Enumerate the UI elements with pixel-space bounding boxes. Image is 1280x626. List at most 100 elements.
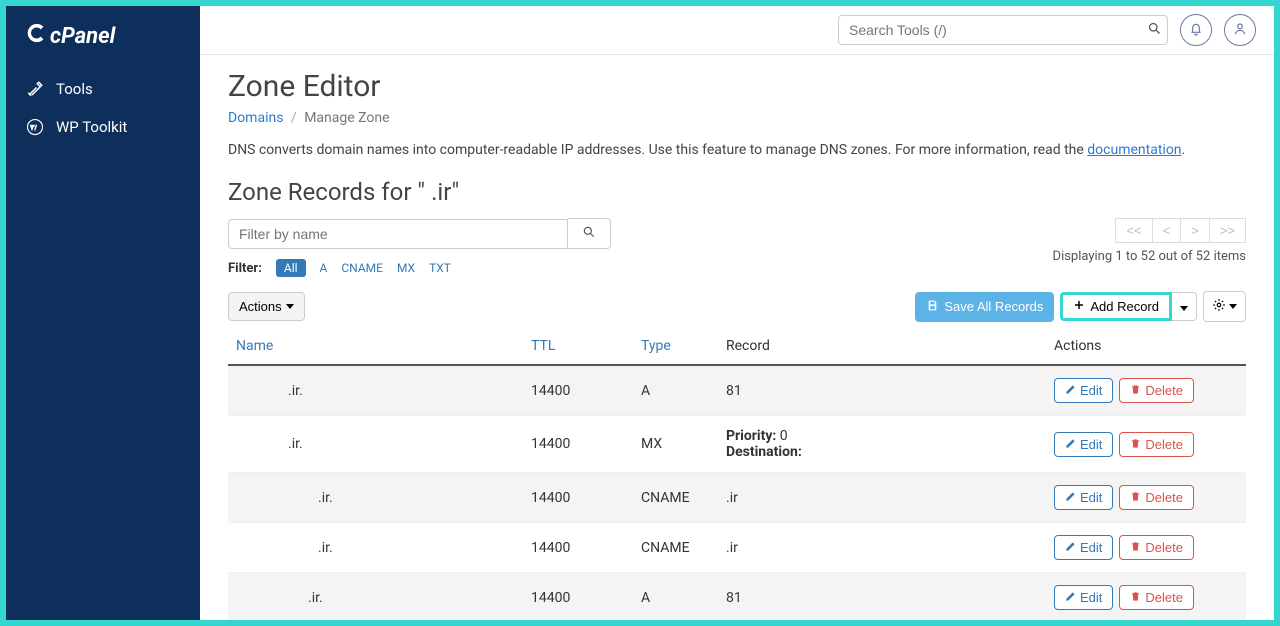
settings-button[interactable]	[1203, 291, 1246, 322]
cell-record: .ir	[718, 523, 1046, 573]
col-name[interactable]: Name	[228, 328, 523, 365]
brand-logo: cPanel	[6, 6, 200, 70]
pager-last[interactable]: >>	[1209, 218, 1246, 243]
brand-text: cPanel	[50, 24, 115, 49]
pager-first[interactable]: <<	[1115, 218, 1152, 243]
cell-name: .ir.	[228, 416, 523, 473]
topbar	[200, 6, 1274, 55]
edit-button[interactable]: Edit	[1054, 432, 1113, 457]
edit-button[interactable]: Edit	[1054, 585, 1113, 610]
breadcrumb: Domains / Manage Zone	[228, 110, 1246, 126]
cell-name: .ir.	[228, 473, 523, 523]
pencil-icon	[1065, 437, 1076, 452]
documentation-link[interactable]: documentation	[1087, 142, 1181, 158]
wp-icon	[26, 118, 44, 136]
filter-type-cname[interactable]: CNAME	[341, 261, 383, 275]
sidebar-item-label: WP Toolkit	[56, 118, 127, 136]
pencil-icon	[1065, 490, 1076, 505]
cell-record: 81	[718, 573, 1046, 621]
filter-type-a[interactable]: A	[320, 261, 328, 275]
cell-type: A	[633, 573, 718, 621]
cell-name: .ir.	[228, 523, 523, 573]
search-input[interactable]	[838, 15, 1168, 45]
filter-caption: Filter:	[228, 261, 262, 276]
filter-search-button[interactable]	[568, 218, 611, 249]
sidebar: cPanel Tools WP Toolkit	[6, 6, 200, 620]
breadcrumb-sep: /	[291, 110, 297, 126]
delete-button[interactable]: Delete	[1119, 585, 1194, 610]
pager-info: Displaying 1 to 52 out of 52 items	[1053, 249, 1246, 264]
search-icon[interactable]	[1147, 21, 1162, 39]
trash-icon	[1130, 437, 1141, 452]
col-type[interactable]: Type	[633, 328, 718, 365]
delete-button[interactable]: Delete	[1119, 432, 1194, 457]
table-row: .ir.14400CNAME.ir EditDelete	[228, 523, 1246, 573]
content: Zone Editor Domains / Manage Zone DNS co…	[200, 55, 1274, 620]
tools-icon	[26, 80, 44, 98]
user-icon	[1232, 21, 1248, 40]
search-wrap	[838, 15, 1168, 45]
save-icon	[926, 299, 939, 315]
cell-ttl: 14400	[523, 365, 633, 416]
page-title: Zone Editor	[228, 69, 1246, 104]
chevron-down-icon	[1229, 304, 1237, 309]
edit-button[interactable]: Edit	[1054, 535, 1113, 560]
edit-button[interactable]: Edit	[1054, 485, 1113, 510]
edit-button[interactable]: Edit	[1054, 378, 1113, 403]
delete-button[interactable]: Delete	[1119, 485, 1194, 510]
col-record: Record	[718, 328, 1046, 365]
cell-ttl: 14400	[523, 473, 633, 523]
delete-button[interactable]: Delete	[1119, 378, 1194, 403]
chevron-down-icon	[286, 304, 294, 309]
breadcrumb-root[interactable]: Domains	[228, 110, 283, 126]
save-all-records-button[interactable]: Save All Records	[915, 292, 1054, 322]
cell-record: .ir	[718, 473, 1046, 523]
pager-next[interactable]: >	[1180, 218, 1210, 243]
pencil-icon	[1065, 590, 1076, 605]
breadcrumb-current: Manage Zone	[304, 110, 389, 126]
filter-type-mx[interactable]: MX	[397, 261, 415, 275]
cell-actions: EditDelete	[1046, 365, 1246, 416]
cell-ttl: 14400	[523, 573, 633, 621]
cell-type: MX	[633, 416, 718, 473]
cpanel-c-icon	[26, 22, 48, 50]
filter-type-txt[interactable]: TXT	[429, 261, 451, 275]
sidebar-item-label: Tools	[56, 80, 93, 98]
pager-prev[interactable]: <	[1152, 218, 1182, 243]
col-ttl[interactable]: TTL	[523, 328, 633, 365]
bell-icon	[1188, 21, 1204, 40]
delete-button[interactable]: Delete	[1119, 535, 1194, 560]
search-icon	[582, 227, 596, 242]
trash-icon	[1130, 590, 1141, 605]
plus-icon	[1073, 299, 1085, 314]
cell-actions: EditDelete	[1046, 573, 1246, 621]
sidebar-item-tools[interactable]: Tools	[6, 70, 200, 108]
page-description: DNS converts domain names into computer-…	[228, 142, 1246, 158]
actions-dropdown[interactable]: Actions	[228, 292, 305, 321]
cell-name: .ir.	[228, 365, 523, 416]
records-table: Name TTL Type Record Actions .ir.14400A8…	[228, 328, 1246, 620]
cell-type: CNAME	[633, 523, 718, 573]
zone-subtitle: Zone Records for " .ir"	[228, 178, 1246, 206]
trash-icon	[1130, 540, 1141, 555]
notifications-button[interactable]	[1180, 14, 1212, 46]
user-button[interactable]	[1224, 14, 1256, 46]
add-record-button[interactable]: Add Record	[1060, 292, 1172, 321]
table-row: .ir.14400A81EditDelete	[228, 573, 1246, 621]
trash-icon	[1130, 490, 1141, 505]
cell-actions: EditDelete	[1046, 416, 1246, 473]
sidebar-item-wp-toolkit[interactable]: WP Toolkit	[6, 108, 200, 146]
main: Zone Editor Domains / Manage Zone DNS co…	[200, 6, 1274, 620]
col-actions: Actions	[1046, 328, 1246, 365]
trash-icon	[1130, 383, 1141, 398]
filter-input[interactable]	[228, 219, 568, 249]
filter-all[interactable]: All	[276, 259, 306, 277]
table-row: .ir.14400MXPriority: 0Destination: EditD…	[228, 416, 1246, 473]
cell-ttl: 14400	[523, 523, 633, 573]
add-record-dropdown[interactable]	[1172, 292, 1197, 321]
cell-type: A	[633, 365, 718, 416]
cell-ttl: 14400	[523, 416, 633, 473]
gear-icon	[1212, 298, 1226, 315]
table-row: .ir.14400CNAME.irEditDelete	[228, 473, 1246, 523]
cell-record: 81	[718, 365, 1046, 416]
